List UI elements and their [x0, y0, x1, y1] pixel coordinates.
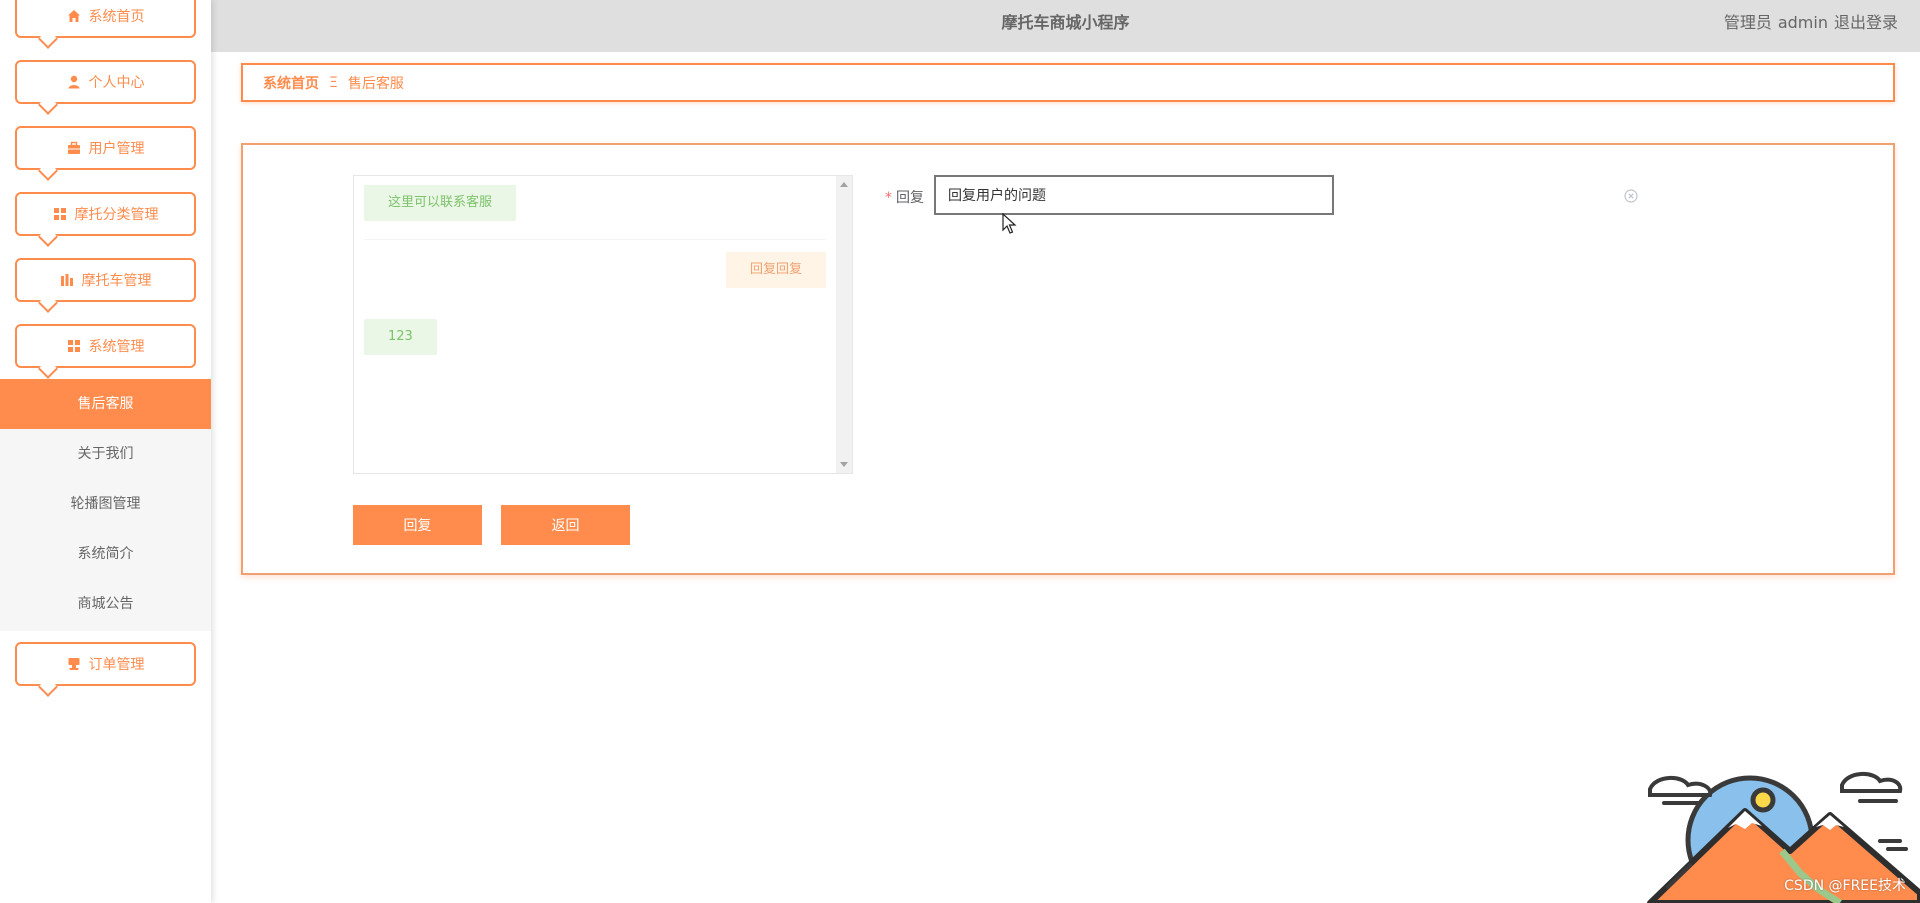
- menu-label: 摩托车管理: [81, 273, 152, 289]
- watermark: CSDN @FREE技术: [1784, 878, 1906, 894]
- chat-message-reply: 回复回复: [725, 252, 826, 288]
- menu-label: 订单管理: [88, 657, 145, 673]
- back-button[interactable]: 返回: [501, 505, 630, 545]
- chat-history[interactable]: 这里可以联系客服 回复回复 123: [353, 175, 853, 474]
- scroll-down-arrow-icon[interactable]: [840, 462, 848, 467]
- submenu-after-sales[interactable]: 售后客服: [0, 379, 211, 429]
- chart-icon: [60, 273, 74, 287]
- chat-message-customer: 这里可以联系客服: [364, 185, 517, 221]
- chat-divider: [364, 239, 826, 240]
- reply-input[interactable]: [934, 175, 1334, 215]
- home-icon: [67, 9, 81, 23]
- user-area: 管理员 admin 退出登录: [1718, 0, 1898, 45]
- reply-button[interactable]: 回复: [353, 505, 482, 545]
- logout-link[interactable]: 退出登录: [1834, 13, 1898, 32]
- chat-scrollbar[interactable]: [836, 176, 852, 473]
- menu-label: 摩托分类管理: [74, 207, 159, 223]
- system-submenu: 售后客服 关于我们 轮播图管理 系统简介 商城公告: [0, 379, 211, 631]
- stamp-icon: [67, 657, 81, 671]
- menu-label: 系统首页: [88, 9, 145, 25]
- menu-label: 系统管理: [88, 339, 145, 355]
- menu-system-management[interactable]: 系统管理: [15, 324, 196, 379]
- reply-label-text: 回复: [896, 190, 924, 206]
- submenu-carousel[interactable]: 轮播图管理: [0, 479, 211, 529]
- sidebar: 系统首页 个人中心 用户管理 摩托分类管理 摩托车管理 系统管理 售后客服 关于…: [0, 0, 211, 903]
- menu-moto-category[interactable]: 摩托分类管理: [15, 192, 196, 247]
- menu-label: 用户管理: [88, 141, 145, 157]
- breadcrumb-separator: Ξ: [329, 74, 338, 91]
- user-icon: [67, 75, 81, 89]
- submenu-system-intro[interactable]: 系统简介: [0, 529, 211, 579]
- breadcrumb-home[interactable]: 系统首页: [263, 73, 319, 93]
- menu-personal-center[interactable]: 个人中心: [15, 60, 196, 115]
- breadcrumb-current: 售后客服: [347, 75, 404, 92]
- scroll-up-arrow-icon[interactable]: [840, 182, 848, 187]
- menu-moto-management[interactable]: 摩托车管理: [15, 258, 196, 313]
- top-header: 摩托车商城小程序 管理员 admin 退出登录: [211, 0, 1920, 52]
- briefcase-icon: [67, 141, 81, 155]
- chat-message-customer: 123: [364, 319, 437, 355]
- menu-user-management[interactable]: 用户管理: [15, 126, 196, 181]
- breadcrumb: 系统首页 Ξ 售后客服: [241, 63, 1895, 102]
- menu-order-management[interactable]: 订单管理: [15, 642, 196, 697]
- reply-panel: 这里可以联系客服 回复回复 123 *回复 回复 返回: [241, 143, 1895, 575]
- app-title: 摩托车商城小程序: [1001, 13, 1130, 32]
- submenu-about-us[interactable]: 关于我们: [0, 429, 211, 479]
- menu-label: 个人中心: [88, 75, 145, 91]
- clear-circle-icon[interactable]: [1624, 188, 1638, 203]
- grid-icon: [67, 339, 81, 353]
- user-name: admin: [1777, 13, 1828, 32]
- menu-system-home[interactable]: 系统首页: [15, 0, 196, 49]
- submenu-announcement[interactable]: 商城公告: [0, 579, 211, 629]
- user-role: 管理员: [1723, 13, 1772, 32]
- reply-label: * 回复: [885, 187, 924, 207]
- grid-icon: [53, 207, 67, 221]
- required-mark: *: [885, 190, 892, 206]
